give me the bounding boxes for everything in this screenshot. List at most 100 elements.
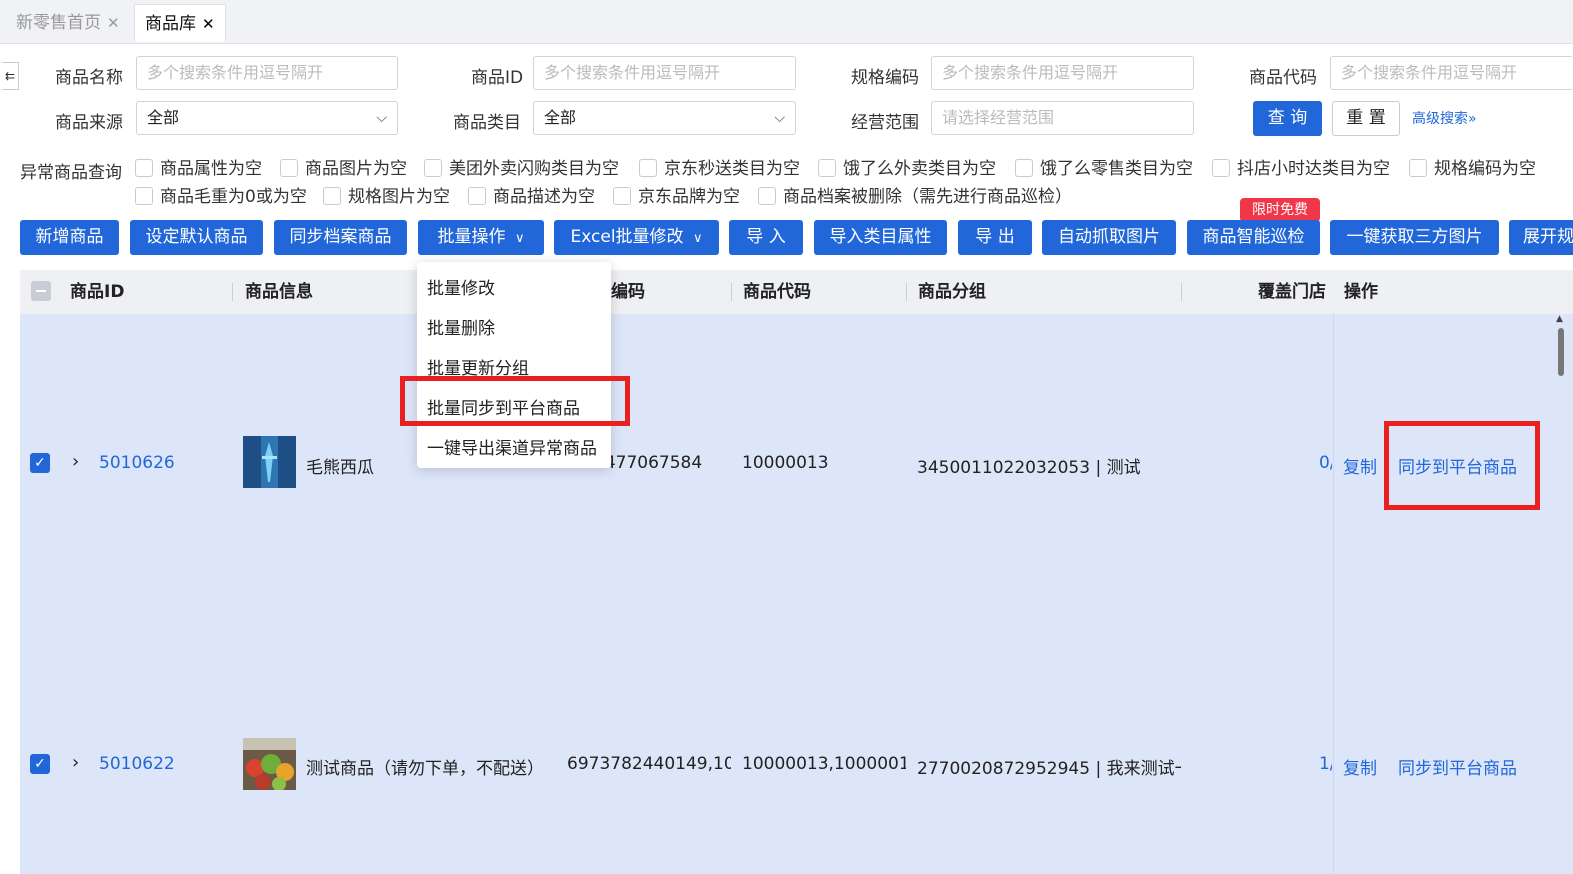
checkbox[interactable] [758, 187, 776, 205]
copy-link[interactable]: 复制 [1343, 754, 1377, 779]
limited-free-badge: 限时免费 [1240, 198, 1320, 222]
tab-label: 新零售首页 [16, 13, 101, 33]
abnormal-option[interactable]: 规格图片为空 [323, 182, 450, 207]
scroll-up-icon[interactable]: ▲ [1556, 314, 1563, 324]
abnormal-query-label: 异常商品查询 [20, 163, 122, 183]
abnormal-option[interactable]: 规格编码为空 [1409, 154, 1536, 179]
col-actions: 操作 [1344, 282, 1378, 302]
menu-item-batch-edit[interactable]: 批量修改 [427, 274, 495, 299]
row-product-id[interactable]: 5010626 [99, 453, 175, 473]
checkbox[interactable] [818, 159, 836, 177]
advanced-search-link[interactable]: 高级搜索» [1412, 108, 1477, 128]
checkbox[interactable] [1409, 159, 1427, 177]
row-stores[interactable]: 0/ [1319, 453, 1332, 473]
tab-new-retail-home[interactable]: 新零售首页 ✕ [6, 4, 130, 42]
abnormal-option[interactable]: 饿了么零售类目为空 [1015, 154, 1193, 179]
row-spec-code: 6973782440149,100( [567, 754, 731, 774]
checkbox[interactable] [135, 159, 153, 177]
abnormal-option[interactable]: 商品描述为空 [468, 182, 595, 207]
column-divider [906, 283, 907, 301]
column-divider [1181, 283, 1182, 301]
scope-select[interactable]: 请选择经营范围 [931, 101, 1194, 135]
chevron-right-icon[interactable]: › [72, 752, 79, 773]
abnormal-option[interactable]: 抖店小时达类目为空 [1212, 154, 1390, 179]
product-id-input[interactable]: 多个搜索条件用逗号隔开 [533, 56, 796, 90]
checkbox[interactable] [613, 187, 631, 205]
row-product-group: 2770020872952945 | 我来测试一Ⅰ [917, 759, 1181, 779]
abnormal-option[interactable]: 商品图片为空 [280, 154, 407, 179]
close-icon[interactable]: ✕ [107, 14, 120, 32]
col-product-id: 商品ID [70, 282, 125, 302]
excel-batch-edit-button[interactable]: Excel批量修改 ∨ [554, 220, 719, 255]
row-checkbox[interactable]: ✓ [30, 754, 50, 774]
close-icon[interactable]: ✕ [202, 15, 215, 33]
col-product-info: 商品信息 [245, 282, 313, 302]
tab-bar: 新零售首页 ✕ 商品库 ✕ [0, 0, 1573, 44]
checkbox[interactable] [1212, 159, 1230, 177]
column-divider [731, 283, 732, 301]
abnormal-option[interactable]: 京东秒送类目为空 [639, 154, 800, 179]
col-stores: 覆盖门店 [1258, 282, 1326, 302]
smart-inspection-button[interactable]: 商品智能巡检 [1187, 220, 1320, 255]
set-default-product-button[interactable]: 设定默认商品 [130, 220, 263, 255]
tab-product-library[interactable]: 商品库 ✕ [134, 4, 226, 42]
chevron-right-icon[interactable]: › [72, 451, 79, 472]
row-product-name: 毛熊西瓜 [306, 458, 374, 478]
table-body [20, 314, 1573, 874]
tab-label: 商品库 [145, 14, 196, 34]
query-button[interactable]: 查 询 [1253, 101, 1322, 136]
vertical-scrollbar[interactable]: ▲ [1556, 314, 1566, 874]
checkbox[interactable] [639, 159, 657, 177]
add-product-button[interactable]: 新增商品 [20, 220, 119, 255]
collapse-sidebar-icon[interactable]: ⇇ [2, 62, 19, 90]
row-product-code: 10000013 [742, 453, 829, 473]
fetch-third-party-images-button[interactable]: 一键获取三方图片 [1330, 220, 1499, 255]
import-button[interactable]: 导 入 [729, 220, 803, 255]
abnormal-option[interactable]: 商品属性为空 [135, 154, 262, 179]
row-stores[interactable]: 1/ [1319, 754, 1332, 774]
copy-link[interactable]: 复制 [1343, 453, 1377, 478]
column-divider [232, 283, 233, 301]
product-code-input[interactable]: 多个搜索条件用逗号隔开 [1330, 56, 1573, 90]
auto-fetch-images-button[interactable]: 自动抓取图片 [1042, 220, 1176, 255]
checkbox[interactable] [468, 187, 486, 205]
scrollbar-thumb[interactable] [1558, 328, 1564, 376]
col-spec-code: 编码 [611, 282, 645, 302]
batch-operation-menu: 批量修改 批量删除 批量更新分组 批量同步到平台商品 一键导出渠道异常商品 [417, 262, 611, 468]
category-label: 商品类目 [453, 113, 521, 133]
category-value: 全部 [544, 108, 577, 127]
col-product-code: 商品代码 [743, 282, 811, 302]
abnormal-option[interactable]: 美团外卖闪购类目为空 [424, 154, 619, 179]
category-select[interactable]: 全部 ⌵ [533, 101, 796, 135]
sync-archive-button[interactable]: 同步档案商品 [274, 220, 407, 255]
expand-spec-button[interactable]: 展开规 [1509, 220, 1573, 255]
abnormal-option[interactable]: 商品档案被删除（需先进行商品巡检） [758, 182, 1072, 207]
checkbox[interactable] [135, 187, 153, 205]
menu-item-batch-delete[interactable]: 批量删除 [427, 314, 495, 339]
column-divider [1333, 314, 1334, 874]
product-name-input[interactable]: 多个搜索条件用逗号隔开 [136, 56, 398, 90]
abnormal-option[interactable]: 饿了么外卖类目为空 [818, 154, 996, 179]
menu-item-export-abnormal[interactable]: 一键导出渠道异常商品 [427, 434, 597, 459]
chevron-down-icon: ⌵ [376, 110, 387, 126]
sync-platform-link[interactable]: 同步到平台商品 [1398, 754, 1517, 779]
checkbox[interactable] [424, 159, 442, 177]
highlight-box [1384, 421, 1540, 510]
row-checkbox[interactable]: ✓ [30, 453, 50, 473]
source-select[interactable]: 全部 ⌵ [136, 101, 398, 135]
spec-code-input[interactable]: 多个搜索条件用逗号隔开 [931, 56, 1194, 90]
checkbox[interactable] [323, 187, 341, 205]
checkbox[interactable] [280, 159, 298, 177]
chevron-down-icon: ∨ [692, 231, 703, 246]
abnormal-option[interactable]: 商品毛重为0或为空 [135, 182, 307, 207]
abnormal-option[interactable]: 京东品牌为空 [613, 182, 740, 207]
source-label: 商品来源 [55, 113, 123, 133]
import-category-attr-button[interactable]: 导入类目属性 [814, 220, 947, 255]
row-product-id[interactable]: 5010622 [99, 754, 175, 774]
batch-operation-button[interactable]: 批量操作 ∨ [418, 220, 544, 255]
checkbox[interactable] [1015, 159, 1033, 177]
reset-button[interactable]: 重 置 [1332, 101, 1400, 136]
select-all-checkbox[interactable] [31, 281, 51, 301]
col-product-group: 商品分组 [918, 282, 986, 302]
export-button[interactable]: 导 出 [958, 220, 1032, 255]
